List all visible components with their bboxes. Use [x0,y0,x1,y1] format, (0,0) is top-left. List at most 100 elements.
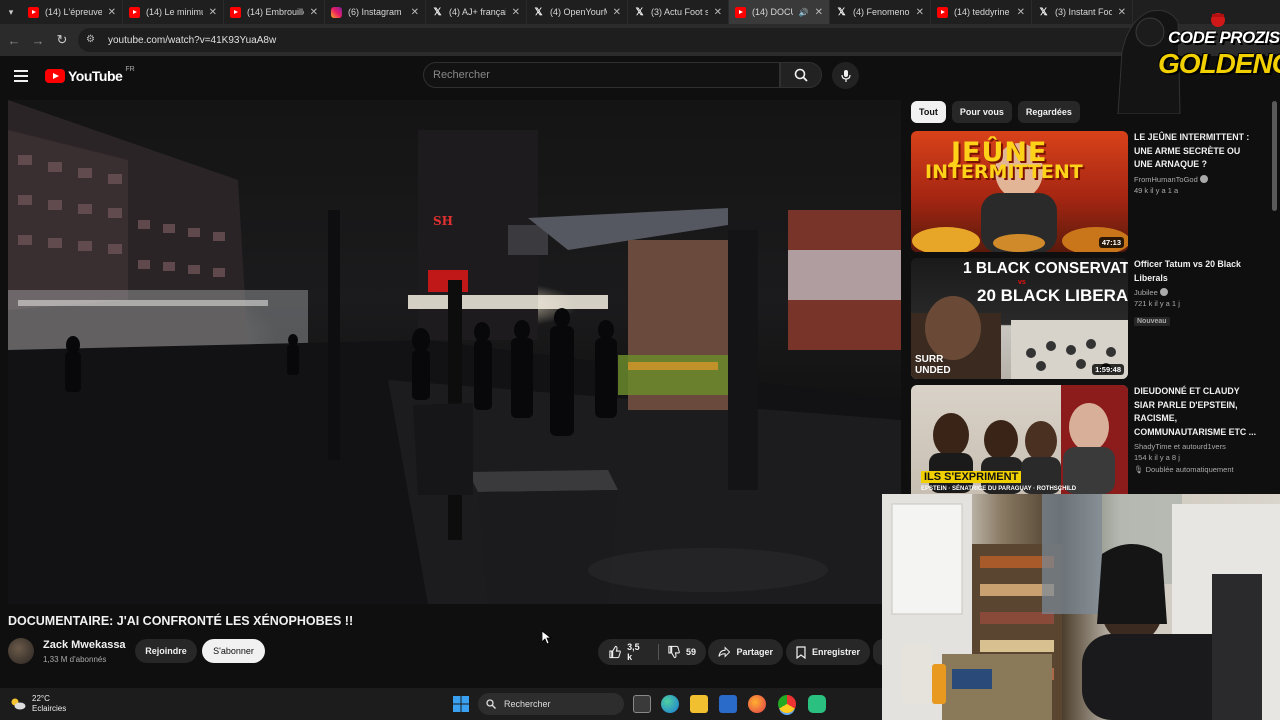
forward-button[interactable]: → [26,28,50,52]
browser-tab[interactable]: 𝕏 (4) AJ+ françai ✕ [426,0,527,24]
x-icon: 𝕏 [433,6,442,18]
tab-audio-icon[interactable]: 🔊 [799,8,809,17]
partly-cloudy-icon [11,698,26,710]
channel-label: Jubilee [1134,288,1158,297]
tab-close-icon[interactable]: ✕ [512,7,520,18]
taskbar-search-label: Rechercher [504,699,551,709]
like-count[interactable]: 3,5 k [627,642,646,662]
site-settings-icon[interactable]: ⚙ [86,34,98,46]
thumbnail-text-3: SURR [915,354,944,365]
menu-icon[interactable] [14,70,28,82]
recommendation-item[interactable]: 1 BLACK CONSERVATIVE vs 20 BLACK LIBERAL… [911,258,1261,379]
video-player[interactable]: SH [8,100,901,604]
x-icon: 𝕏 [837,6,846,18]
channel-avatar[interactable] [8,638,34,664]
task-view-icon[interactable] [633,695,651,713]
bookmark-icon [796,645,806,659]
filter-chips: Tout Pour vous Regardées [911,101,1080,123]
youtube-icon [129,6,140,18]
save-label: Enregistrer [811,647,860,657]
subscribe-button[interactable]: S'abonner [202,639,265,663]
browser-tab[interactable]: (14) teddyrine ✕ [931,0,1032,24]
recommendation-channel[interactable]: Jubilee [1134,287,1259,298]
filter-chip[interactable]: Tout [911,101,946,123]
youtube-logo[interactable]: YouTube FR [45,65,135,84]
browser-tab[interactable]: (14) L'épreuve ✕ [22,0,123,24]
search-icon [794,68,808,82]
share-button[interactable]: Partager [708,639,783,665]
tab-close-icon[interactable]: ✕ [310,7,318,18]
browser-tab[interactable]: 𝕏 (4) Fenomeno ✕ [830,0,931,24]
webcam-scene [882,494,1280,720]
tab-close-icon[interactable]: ✕ [1017,7,1025,18]
channel-name[interactable]: Zack Mwekassa [43,639,126,651]
tab-search-button[interactable]: ▾ [0,0,22,24]
omnibox[interactable]: ⚙ youtube.com/watch?v=41K93YuaA8w [78,28,1148,52]
browser-tab[interactable]: 𝕏 (3) Actu Foot s ✕ [628,0,729,24]
recommendation-title[interactable]: DIEUDONNÉ ET CLAUDY SIAR PARLE D'EPSTEIN… [1134,385,1259,439]
video-duration: 47:13 [1098,237,1124,248]
thumbnail-text-2: EPSTEIN · SÉNATRICE DU PARAGUAY · ROTHSC… [921,486,1077,492]
join-button[interactable]: Rejoindre [135,639,197,663]
recommendation-title[interactable]: Officer Tatum vs 20 Black Liberals [1134,258,1259,285]
tab-close-icon[interactable]: ✕ [916,7,924,18]
dislike-icon[interactable] [667,645,680,659]
windows-start-icon[interactable] [453,696,469,712]
browser-tab[interactable]: (14) Embrouille ✕ [224,0,325,24]
tab-close-icon[interactable]: ✕ [714,7,722,18]
filter-chip[interactable]: Regardées [1017,101,1080,123]
recommendation-item[interactable]: ILS S'EXPRIMENT EPSTEIN · SÉNATRICE DU P… [911,385,1261,494]
tab-label: (4) AJ+ françai [449,7,506,17]
recommendation-channel[interactable]: ShadyTime et autourd1vers [1134,441,1259,452]
reload-button[interactable]: ↻ [50,28,74,52]
tab-close-icon[interactable]: ✕ [108,7,116,18]
video-thumbnail[interactable]: JEÛNE INTERMITTENT 47:13 [911,131,1128,252]
subscriber-count: 1,33 M d'abonnés [43,655,107,664]
recommendation-channel[interactable]: FromHumanToGod [1134,174,1259,185]
share-label: Partager [736,647,773,657]
tab-label: (14) Embrouille [247,7,304,17]
file-explorer-icon[interactable] [690,695,708,713]
recommendation-title[interactable]: LE JEÛNE INTERMITTENT : UNE ARME SECRÈTE… [1134,131,1259,172]
edge-icon[interactable] [661,695,679,713]
tab-close-icon[interactable]: ✕ [411,7,419,18]
instagram-icon [331,6,342,18]
youtube-icon [230,6,241,18]
video-thumbnail[interactable]: 1 BLACK CONSERVATIVE vs 20 BLACK LIBERAL… [911,258,1128,379]
app-icon[interactable] [808,695,826,713]
browser-tab[interactable]: 𝕏 (4) OpenYourM ✕ [527,0,628,24]
dislike-count[interactable]: 59 [686,647,696,657]
video-thumbnail[interactable]: ILS S'EXPRIMENT EPSTEIN · SÉNATRICE DU P… [911,385,1128,494]
microphone-icon [840,69,851,82]
save-button[interactable]: Enregistrer [786,639,870,665]
like-icon[interactable] [608,645,621,659]
thumbnail-text-vs: vs [1018,279,1026,286]
sidebar-scrollbar[interactable] [1272,101,1277,211]
browser-tab[interactable]: (14) DOCU 🔊 ✕ [729,0,830,24]
verified-icon [1199,174,1208,183]
browser-tab[interactable]: (6) Instagram ✕ [325,0,426,24]
webcam-overlay [882,494,1280,720]
tab-close-icon[interactable]: ✕ [613,7,621,18]
voice-search-button[interactable] [832,62,859,89]
tab-close-icon[interactable]: ✕ [209,7,217,18]
firefox-icon[interactable] [748,695,766,713]
weather-condition: Eclaircies [32,704,67,713]
search-button[interactable] [780,62,822,88]
taskbar-search[interactable]: Rechercher [478,693,624,715]
tab-close-icon[interactable]: ✕ [815,7,823,18]
country-code: FR [125,65,135,73]
recommendation-item[interactable]: JEÛNE INTERMITTENT 47:13 LE JEÛNE INTERM… [911,131,1261,252]
browser-tab[interactable]: (14) Le minimum ✕ [123,0,224,24]
sponsor-logo-overlay: CODE PROZIS GOLDENG [1108,2,1280,114]
filter-chip[interactable]: Pour vous [951,101,1012,123]
search-input[interactable]: Rechercher [423,62,780,88]
weather-widget[interactable]: 22°C Eclaircies [10,694,66,714]
tab-label: (3) Instant Foo [1055,7,1112,17]
thumbnail-text-1: ILS S'EXPRIMENT [921,471,1022,483]
microsoft-store-icon[interactable] [719,695,737,713]
back-button[interactable]: ← [2,28,26,52]
video-duration: 1:59:48 [1092,364,1124,375]
temperature: 22°C [32,694,50,703]
chrome-icon[interactable] [778,695,796,713]
